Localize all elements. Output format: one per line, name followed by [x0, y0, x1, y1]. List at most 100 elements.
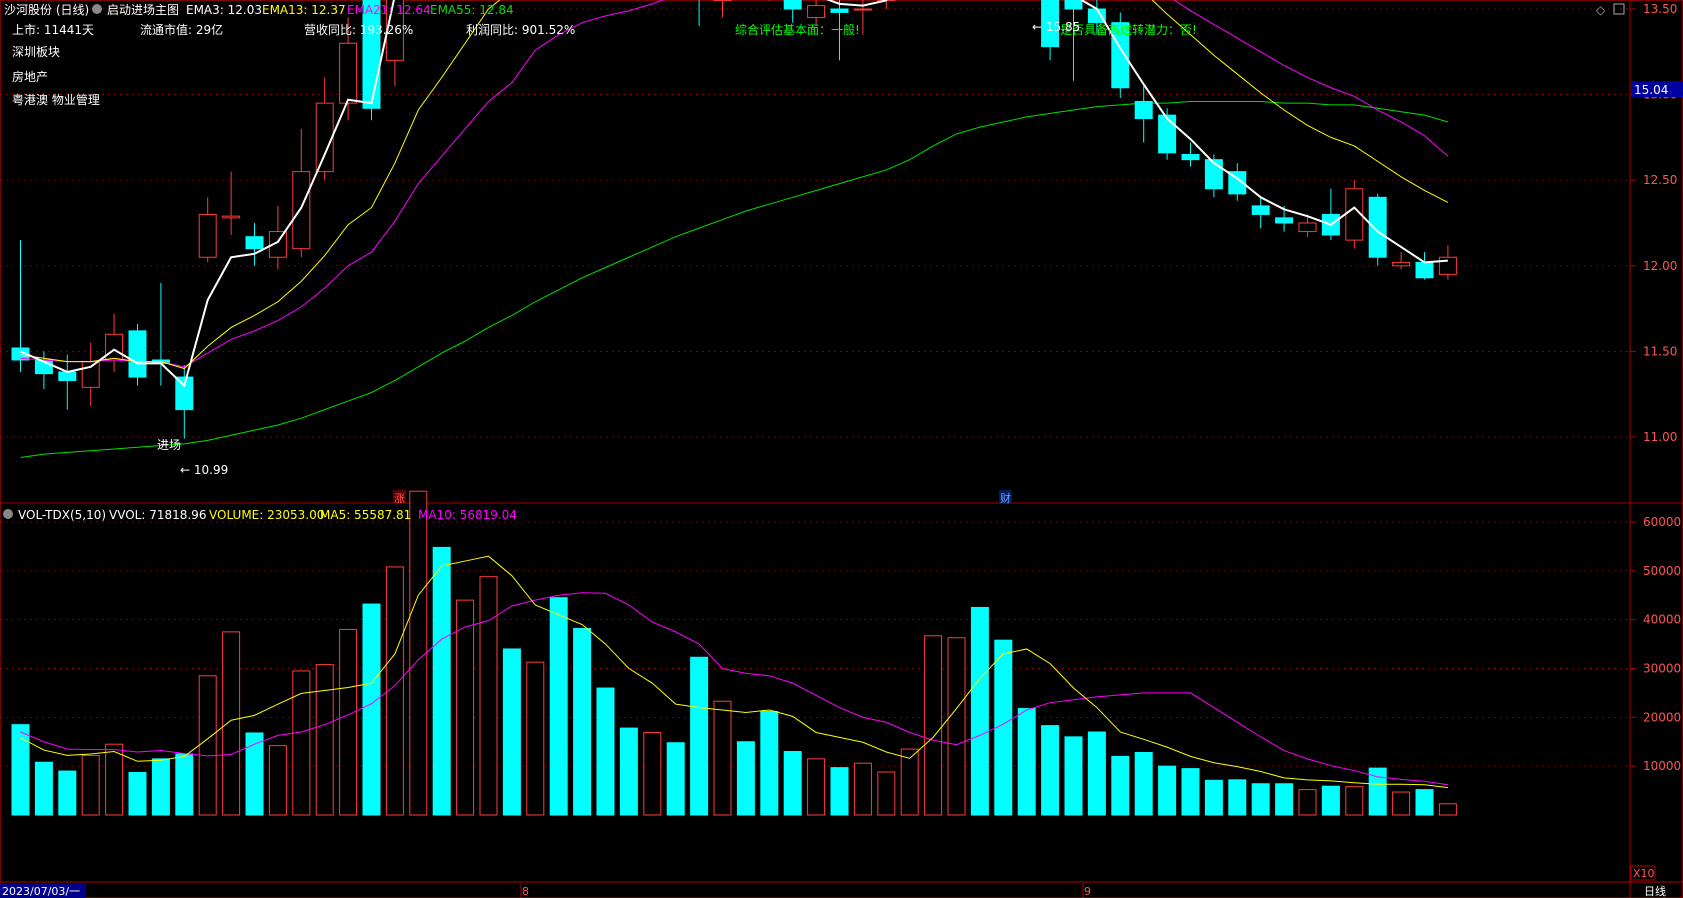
volume-bar	[385, 566, 404, 816]
fundamentals-rating: 综合评估基本面：一般!	[735, 22, 860, 37]
candle-body	[1251, 205, 1270, 215]
volume-bar	[1251, 783, 1270, 816]
indicator-menu-icon[interactable]	[92, 4, 102, 14]
volume-bar	[1064, 736, 1083, 816]
volume-bar	[268, 745, 287, 816]
volume-bar	[409, 490, 428, 816]
volume-bar	[1392, 791, 1411, 816]
volume-tick-label: 10000	[1643, 759, 1681, 773]
volume-bar	[970, 606, 989, 816]
volume-bar	[58, 770, 77, 816]
volume-bar	[643, 731, 662, 816]
month-8-label: 8	[522, 885, 529, 898]
volume-bar	[526, 661, 545, 816]
volume-bar	[1087, 731, 1106, 816]
candle-body	[1415, 261, 1434, 279]
date-cursor[interactable]: 2023/07/03/一	[2, 885, 80, 898]
high-potential: 是否具备高送转潜力：否!	[1060, 22, 1197, 37]
volume-bar	[783, 751, 802, 816]
candle-body	[81, 361, 100, 388]
volume-bar	[807, 758, 826, 816]
candle-body	[198, 213, 217, 258]
volume-bar	[877, 771, 896, 816]
candle-body	[1368, 196, 1387, 258]
high-marker: ← 15.85	[1032, 20, 1080, 34]
volume-bar	[1415, 789, 1434, 816]
volume-tick-label: 60000	[1643, 515, 1681, 529]
volume-bar	[315, 664, 334, 816]
ema21-value: EMA21: 12.64	[347, 3, 431, 17]
candle-body	[1064, 0, 1083, 10]
volume-bar	[924, 635, 943, 816]
volume-indicator-name[interactable]: VOL-TDX(5,10)	[18, 508, 106, 522]
candle-body	[1275, 217, 1294, 224]
candle-body	[783, 0, 802, 10]
volume-bar	[1438, 803, 1457, 816]
volume-bar	[1275, 783, 1294, 816]
revenue-yoy: 营收同比: 193.26%	[304, 23, 413, 37]
volume-bar	[947, 637, 966, 816]
candle-body	[292, 171, 311, 250]
volume-bar	[34, 761, 53, 816]
volume-bar	[853, 762, 872, 816]
ema13-value: EMA13: 12.37	[262, 3, 346, 17]
volume-bar	[175, 753, 194, 816]
stock-title[interactable]: 沙河股份 (日线)	[4, 3, 89, 17]
volume-bar	[619, 727, 638, 816]
volume-bar	[1321, 785, 1340, 816]
volume-bar	[245, 732, 264, 816]
candle-body	[128, 330, 147, 378]
entry-signal: 进场	[157, 438, 181, 452]
volume-bar	[432, 546, 451, 816]
candle-body	[807, 5, 826, 19]
candle-body	[315, 102, 334, 173]
rise-tag[interactable]: 涨	[394, 492, 405, 505]
volume-bar	[1228, 779, 1247, 816]
ema55-value: EMA55: 12.84	[430, 3, 514, 17]
volume-bar	[1298, 789, 1317, 816]
volume-bar	[362, 603, 381, 816]
candle-body	[58, 371, 77, 382]
volume-bar	[713, 700, 732, 816]
candle-body	[1298, 222, 1317, 233]
sector-1: 深圳板块	[12, 45, 60, 59]
volume-bar	[1017, 708, 1036, 816]
volume-bar	[760, 710, 779, 816]
volume-bar	[994, 639, 1013, 816]
price-tick-label: 11.00	[1643, 430, 1677, 444]
volume-bar	[151, 758, 170, 816]
low-marker: ← 10.99	[180, 463, 228, 477]
volume-bar	[1204, 779, 1223, 816]
candle-body	[105, 333, 124, 361]
volume-bar	[222, 631, 241, 816]
volume-bar	[198, 675, 217, 816]
volume-bar	[81, 754, 100, 816]
price-tick-label: 12.50	[1643, 173, 1677, 187]
period-label[interactable]: 日线	[1644, 884, 1666, 898]
candle-body	[245, 236, 264, 250]
volume-bar	[128, 772, 147, 816]
candle-body	[222, 215, 241, 219]
finance-tag[interactable]: 财	[1000, 491, 1011, 505]
volume-menu-icon[interactable]	[3, 509, 13, 519]
volume-bar	[830, 767, 849, 816]
volume-tick-label: 40000	[1643, 613, 1681, 627]
volume-bar	[900, 748, 919, 816]
volume-bar	[479, 576, 498, 816]
sector-3: 粤港澳 物业管理	[12, 92, 100, 107]
volume-bar	[596, 687, 615, 816]
zoom-level[interactable]: X10	[1633, 867, 1655, 880]
volume-bar	[1345, 786, 1364, 816]
volume-bar	[339, 628, 358, 816]
volume-tick-label: 50000	[1643, 564, 1681, 578]
vol-ma5-value: MA5: 55587.81	[320, 508, 411, 522]
volume-bar	[456, 599, 475, 816]
diamond-icon[interactable]: ◇	[1596, 3, 1606, 17]
price-tick-label: 12.00	[1643, 259, 1677, 273]
candle-body	[1134, 100, 1153, 120]
volume-bar	[1181, 768, 1200, 816]
candle-body	[1181, 154, 1200, 161]
ema3-value: EMA3: 12.03	[186, 3, 262, 17]
volume-bar	[666, 742, 685, 816]
indicator-name[interactable]: 启动进场主图	[107, 3, 179, 17]
